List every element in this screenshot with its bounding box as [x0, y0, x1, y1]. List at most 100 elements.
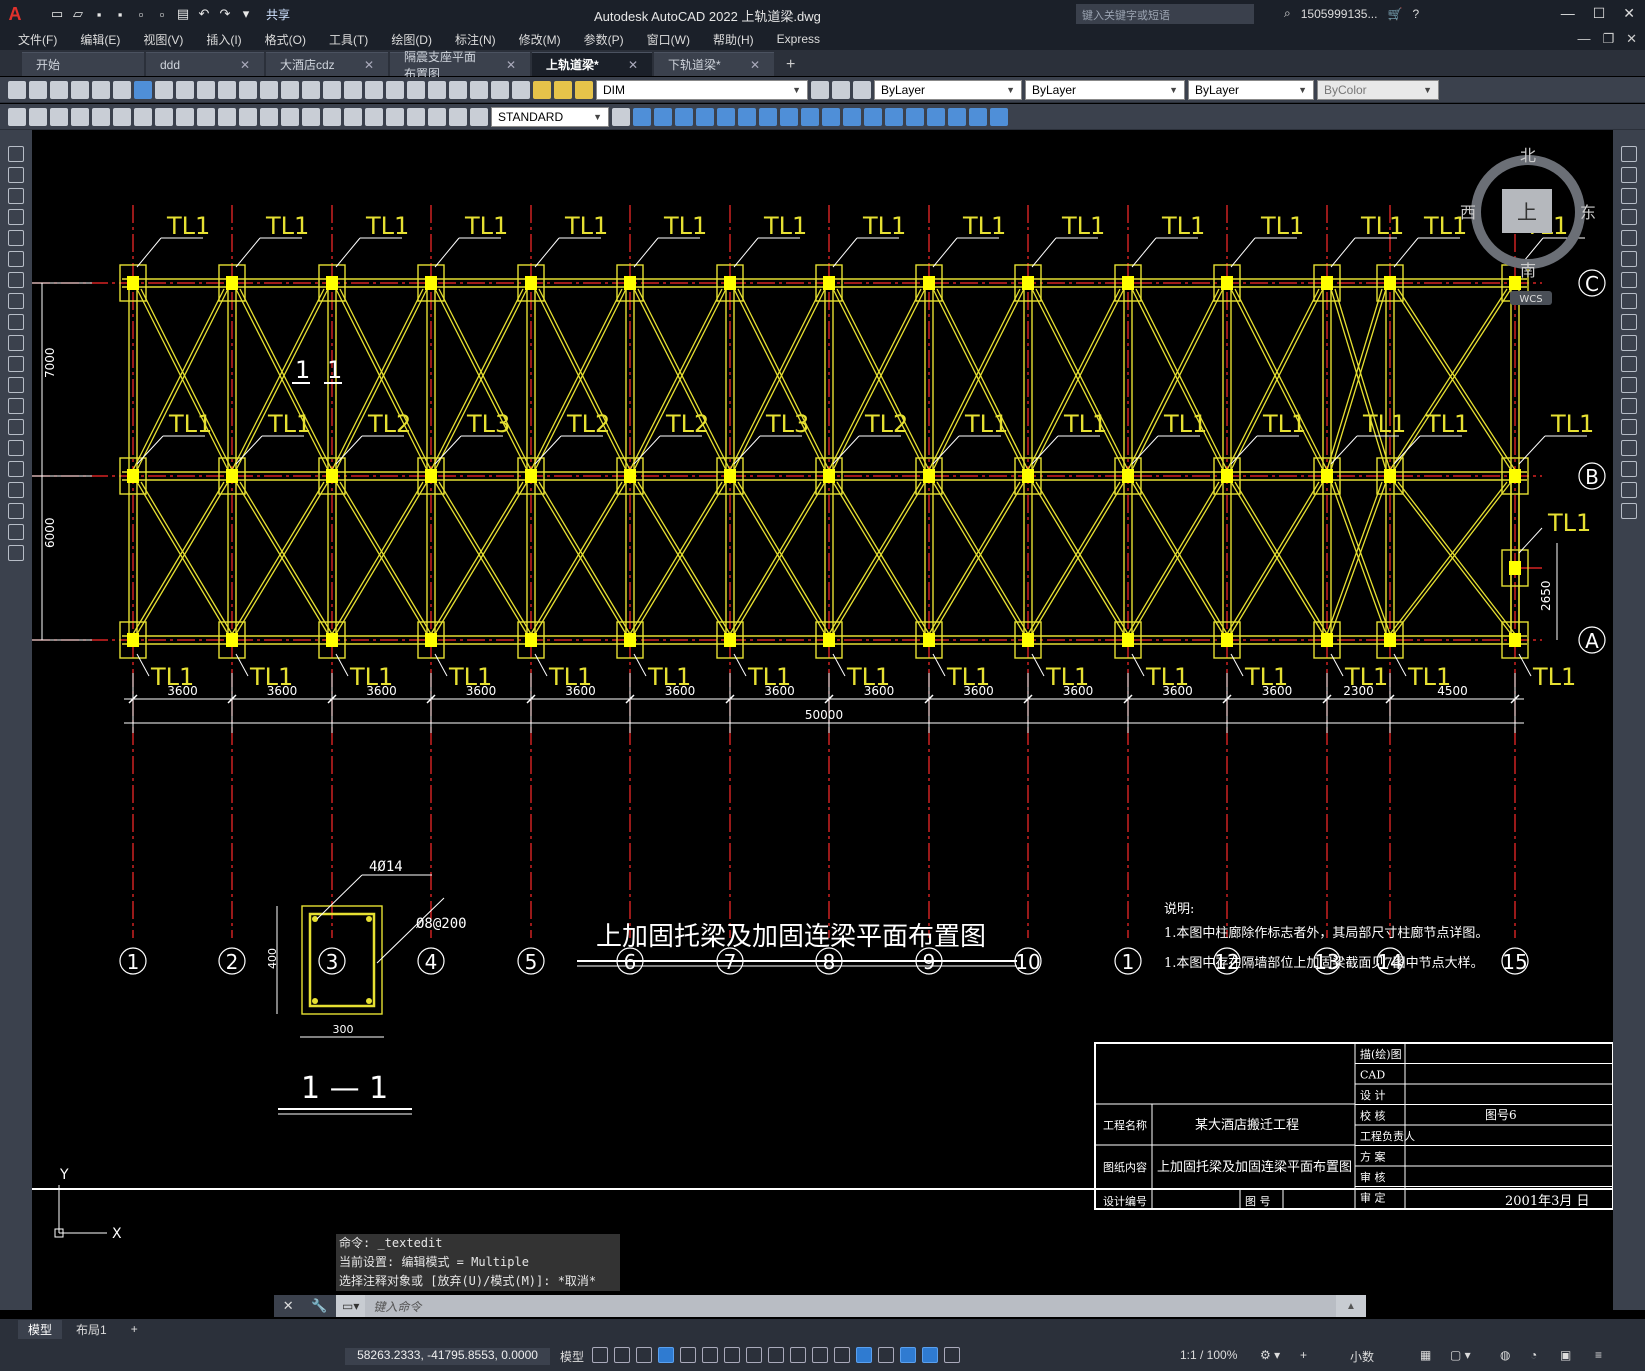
- selection-cycling-icon[interactable]: [812, 1347, 828, 1363]
- help-icon[interactable]: ?: [1412, 7, 1419, 21]
- view-icon[interactable]: [843, 107, 861, 126]
- design-center-icon[interactable]: [386, 80, 404, 99]
- tool-palette-icon[interactable]: [407, 80, 425, 99]
- jogged-linear-icon[interactable]: [407, 107, 425, 126]
- pan-icon[interactable]: [281, 80, 299, 99]
- arc-icon[interactable]: [8, 251, 24, 267]
- redo-icon[interactable]: ↷: [216, 6, 234, 22]
- add-selected-icon[interactable]: [8, 545, 24, 561]
- dim-space-icon[interactable]: [302, 107, 320, 126]
- save-as-icon[interactable]: ▪: [111, 6, 129, 22]
- transparency-icon[interactable]: [790, 1347, 806, 1363]
- dim-edit-icon[interactable]: [428, 107, 446, 126]
- break-icon[interactable]: [1621, 398, 1637, 414]
- view-icon[interactable]: [864, 107, 882, 126]
- menu-format[interactable]: 格式(O): [265, 31, 306, 48]
- jogged-dim-icon[interactable]: [176, 107, 194, 126]
- save-icon[interactable]: [50, 80, 68, 99]
- menu-modify[interactable]: 修改(M): [519, 31, 561, 48]
- view-icon[interactable]: [948, 107, 966, 126]
- chevron-up-icon[interactable]: ▲: [1336, 1301, 1366, 1312]
- selection-filter-icon[interactable]: [878, 1347, 894, 1363]
- line-icon[interactable]: [8, 146, 24, 162]
- minimize-icon[interactable]: —: [1561, 5, 1575, 22]
- polar-icon[interactable]: [680, 1347, 696, 1363]
- make-current-icon[interactable]: [811, 80, 829, 99]
- maximize-icon[interactable]: ☐: [1593, 5, 1606, 22]
- layer-select[interactable]: DIM ▼: [596, 79, 808, 100]
- view-icon[interactable]: [969, 107, 987, 126]
- annotation-visibility-icon[interactable]: [922, 1347, 938, 1363]
- user-area[interactable]: ⌕ 1505999135... 🛒 ?: [1284, 6, 1419, 21]
- print-icon[interactable]: ▤: [174, 6, 192, 22]
- wrench-icon[interactable]: 🔧: [311, 1298, 327, 1314]
- array-icon[interactable]: [1621, 230, 1637, 246]
- quick-properties-icon[interactable]: ▦: [1420, 1348, 1431, 1362]
- osnap-icon[interactable]: [746, 1347, 762, 1363]
- inspect-icon[interactable]: [386, 107, 404, 126]
- color-select[interactable]: ByLayer ▼: [874, 79, 1022, 100]
- gradient-icon[interactable]: [8, 461, 24, 477]
- save-icon[interactable]: ▪: [90, 6, 108, 22]
- view-icon[interactable]: [717, 107, 735, 126]
- tab-start[interactable]: 开始: [22, 52, 144, 76]
- match-icon[interactable]: [218, 80, 236, 99]
- undo-icon[interactable]: ↶: [195, 6, 213, 22]
- 3d-osnap-icon[interactable]: [834, 1347, 850, 1363]
- baseline-dim-icon[interactable]: [260, 107, 278, 126]
- scale-icon[interactable]: [1621, 293, 1637, 309]
- dim-style-icon[interactable]: [612, 107, 630, 126]
- isodraft-icon[interactable]: [702, 1347, 718, 1363]
- plotstyle-select[interactable]: ByColor ▼: [1317, 79, 1439, 100]
- help-icon[interactable]: [491, 80, 509, 99]
- close-icon[interactable]: ✕: [506, 58, 516, 72]
- diameter-dim-icon[interactable]: [197, 107, 215, 126]
- quick-dim-icon[interactable]: [239, 107, 257, 126]
- tab-isolation-plan[interactable]: 隔震支座平面布置图 ✕: [390, 50, 530, 81]
- tool-icon[interactable]: [8, 107, 26, 126]
- tab-layout1[interactable]: 布局1: [66, 1320, 117, 1339]
- drawing-canvas[interactable]: TL1 TL1 TL1 TL1 TL1 TL1 TL1 TL1 TL1 TL1 TL1 TL1 TL1 T…: [32, 133, 1613, 1319]
- copy-icon[interactable]: [1621, 167, 1637, 183]
- clean-screen-icon[interactable]: ▣: [1560, 1348, 1571, 1362]
- mtext-icon[interactable]: [8, 524, 24, 540]
- extend-icon[interactable]: [1621, 356, 1637, 372]
- radius-dim-icon[interactable]: [155, 107, 173, 126]
- polygon-icon[interactable]: [8, 209, 24, 225]
- doc-close-icon[interactable]: ✕: [1626, 31, 1637, 47]
- menu-tools[interactable]: 工具(T): [329, 31, 368, 48]
- point-icon[interactable]: [8, 419, 24, 435]
- calculator-icon[interactable]: [470, 80, 488, 99]
- view-icon[interactable]: [654, 107, 672, 126]
- search-input[interactable]: 键入关键字或短语: [1076, 4, 1254, 24]
- autocad-logo-icon[interactable]: A: [0, 0, 30, 28]
- continue-dim-icon[interactable]: [281, 107, 299, 126]
- doc-restore-icon[interactable]: ❐: [1602, 31, 1614, 47]
- new-icon[interactable]: [8, 80, 26, 99]
- zoom-window-icon[interactable]: [323, 80, 341, 99]
- model-space-button[interactable]: 模型: [560, 1348, 584, 1365]
- view-icon[interactable]: [990, 107, 1008, 126]
- close-icon[interactable]: ✕: [750, 58, 760, 72]
- arc-length-icon[interactable]: [113, 107, 131, 126]
- publish-icon[interactable]: [113, 80, 131, 99]
- lineweight-icon[interactable]: [768, 1347, 784, 1363]
- make-block-icon[interactable]: [8, 398, 24, 414]
- open-icon[interactable]: [29, 80, 47, 99]
- angular-dim-icon[interactable]: [218, 107, 236, 126]
- doc-minimize-icon[interactable]: —: [1577, 31, 1590, 47]
- break-point-icon[interactable]: [1621, 377, 1637, 393]
- text-style-select[interactable]: STANDARD ▼: [491, 106, 609, 127]
- view-icon[interactable]: [633, 107, 651, 126]
- tolerance-icon[interactable]: [344, 107, 362, 126]
- dynamic-ucs-icon[interactable]: [856, 1347, 872, 1363]
- view-icon[interactable]: [696, 107, 714, 126]
- table-icon[interactable]: [8, 503, 24, 519]
- isolate-icon[interactable]: ◍: [1500, 1348, 1510, 1362]
- construction-line-icon[interactable]: [8, 167, 24, 183]
- menu-window[interactable]: 窗口(W): [647, 31, 690, 48]
- layer-manager-icon[interactable]: [512, 80, 530, 99]
- copy-icon[interactable]: [176, 80, 194, 99]
- command-prompt-icon[interactable]: ▭▾: [336, 1299, 365, 1313]
- offset-icon[interactable]: [1621, 209, 1637, 225]
